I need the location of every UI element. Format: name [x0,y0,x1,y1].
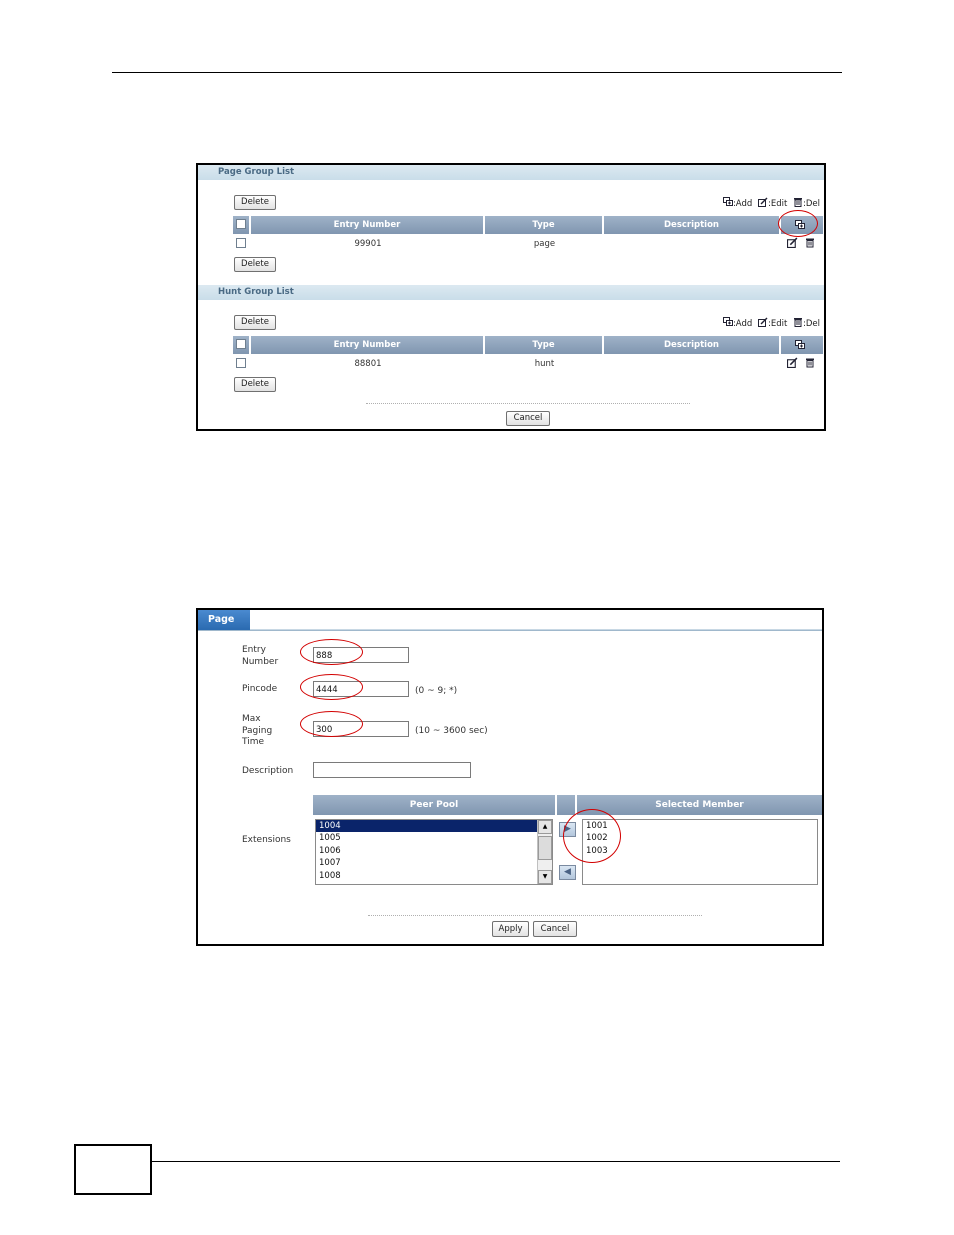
highlight-circle [563,809,621,863]
divider [366,403,690,404]
col-type[interactable]: Type [485,336,604,354]
delete-icon[interactable] [805,357,815,368]
type-cell: hunt [534,359,555,369]
entry-number-label: Entry Number [242,645,278,668]
paging-label-line2: Paging [242,725,273,736]
delete-icon [794,318,802,327]
peer-pool-scrollbar[interactable]: ▲ ▼ [537,820,552,884]
row-checkbox[interactable] [236,238,246,248]
legend-edit-text: :Edit [767,199,788,209]
max-paging-time-label: Max Paging Time [242,714,272,749]
transfer-column-header [557,795,575,815]
col-entry-number[interactable]: Entry Number [251,336,485,354]
page-group-icon-legend: :Add :Edit :Del [720,197,820,209]
page-group-list-title: Page Group List [198,165,824,180]
list-item[interactable]: 1008 [316,870,552,882]
highlight-circle [300,674,363,700]
selected-member-header: Selected Member [577,795,822,815]
delete-icon [794,198,802,207]
highlight-circle [300,711,363,737]
list-item[interactable]: 1004 [316,820,552,833]
hunt-group-icon-legend: :Add :Edit :Del [720,317,820,329]
select-all-cell [233,216,251,234]
page-group-table-header: Entry Number Type Description [233,216,823,234]
scroll-thumb[interactable] [538,836,552,860]
entry-number-cell: 99901 [354,239,382,249]
delete-icon[interactable] [805,237,815,248]
add-icon [722,197,733,206]
select-all-checkbox[interactable] [236,219,246,229]
description-field[interactable] [313,762,471,778]
tab-page[interactable]: Page [198,610,250,630]
arrow-left-icon: ◀ [564,867,571,877]
col-entry-number[interactable]: Entry Number [251,216,485,234]
entry-number-label-line2: Number [242,656,279,667]
page-group-delete-top-button[interactable]: Delete [234,195,276,210]
remove-member-button[interactable]: ◀ [559,865,576,880]
scroll-down-icon[interactable]: ▼ [538,870,552,884]
edit-icon [757,197,768,207]
cancel-button[interactable]: Cancel [506,411,550,426]
edit-icon [757,317,768,327]
pincode-label: Pincode [242,684,278,694]
legend-add-text: :Add [732,319,753,329]
list-item[interactable]: 1005 [316,832,552,844]
pincode-hint: (0 ~ 9; *) [415,686,458,696]
extensions-label: Extensions [242,835,291,845]
group-list-screenshot: Page Group List Delete :Add :Edit :Del E… [196,163,826,431]
description-label: Description [242,766,294,776]
page-group-delete-bottom-button[interactable]: Delete [234,257,276,272]
divider [368,915,702,916]
edit-icon[interactable] [787,237,798,248]
hunt-group-table-header: Entry Number Type Description [233,336,823,354]
col-add-cell [781,336,823,354]
row-checkbox[interactable] [236,358,246,368]
hunt-group-delete-bottom-button[interactable]: Delete [234,377,276,392]
add-icon[interactable] [795,340,805,350]
col-description[interactable]: Description [604,216,781,234]
page-form-screenshot: Page Entry Number Pincode (0 ~ 9; *) Max… [196,608,824,946]
legend-add-text: :Add [732,199,753,209]
list-item[interactable]: 1006 [316,845,552,857]
tab-underline [198,630,822,631]
legend-del-text: :Del [803,199,820,209]
cancel-button[interactable]: Cancel [533,921,577,937]
scroll-up-icon[interactable]: ▲ [538,820,552,834]
peer-pool-header: Peer Pool [313,795,555,815]
add-icon [722,317,733,326]
entry-number-cell: 88801 [354,359,382,369]
type-cell: page [533,239,556,249]
paging-label-line1: Max [242,714,261,724]
header-rule [112,72,842,73]
col-description[interactable]: Description [604,336,781,354]
legend-del-text: :Del [803,319,820,329]
entry-number-label-line1: Entry [242,645,266,655]
highlight-circle [300,639,363,665]
apply-button[interactable]: Apply [492,921,529,937]
page-number-box [74,1144,152,1195]
select-all-checkbox[interactable] [236,339,246,349]
paging-time-hint: (10 ~ 3600 sec) [415,726,488,736]
paging-label-line3: Time [242,737,265,747]
legend-edit-text: :Edit [767,319,788,329]
edit-icon[interactable] [787,357,798,368]
peer-pool-listbox[interactable]: 1004 1005 1006 1007 1008 ▲ ▼ [315,819,553,885]
col-type[interactable]: Type [485,216,604,234]
footer-rule [152,1161,840,1162]
hunt-group-delete-top-button[interactable]: Delete [234,315,276,330]
select-all-cell [233,336,251,354]
hunt-group-list-title: Hunt Group List [198,285,824,300]
highlight-circle [778,210,818,237]
list-item[interactable]: 1007 [316,857,552,869]
